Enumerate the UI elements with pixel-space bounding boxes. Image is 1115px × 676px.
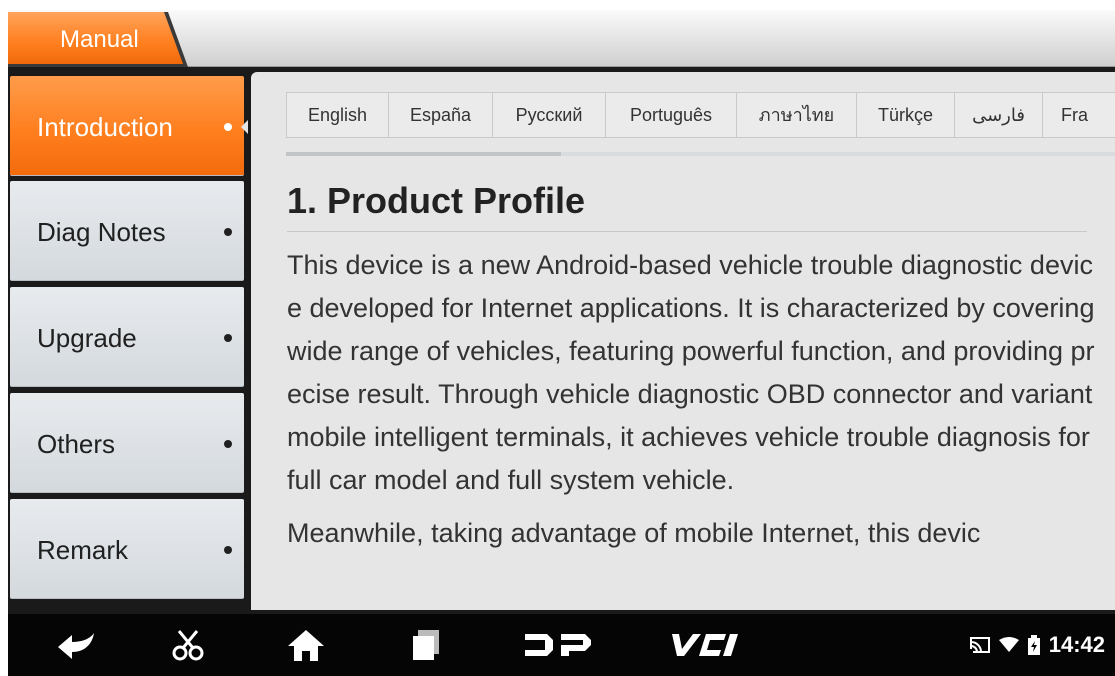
tab-scroll-thumb [286,152,561,156]
tab-scroll-indicator [286,152,1115,156]
sidebar-item-diag-notes[interactable]: Diag Notes [10,181,244,281]
vci-logo-icon[interactable] [660,614,750,676]
sidebar-item-label: Upgrade [37,323,137,353]
tab-thai[interactable]: ภาษาไทย [737,93,857,137]
bullet-icon [224,334,232,342]
sidebar: Introduction Diag Notes Upgrade Others R… [8,72,248,612]
title-tab: Manual [8,12,203,67]
app-window: Manual Introduction Diag Notes Upgrade O… [8,10,1115,676]
bullet-icon [224,123,232,131]
bullet-icon [224,228,232,236]
sidebar-item-remark[interactable]: Remark [10,499,244,599]
app-title: Manual [60,26,139,53]
dp-logo-icon[interactable] [518,614,598,676]
language-tabs: English España Русский Português ภาษาไทย… [286,92,1115,138]
sidebar-item-upgrade[interactable]: Upgrade [10,287,244,387]
page-title: 1. Product Profile [287,180,586,221]
cast-icon [968,637,990,653]
title-bar: Manual [8,10,1115,67]
recent-apps-icon[interactable] [396,614,456,676]
sidebar-item-label: Introduction [37,112,173,142]
status-clock: 14:42 [1048,632,1105,657]
paragraph: This device is a new Android-based vehic… [287,250,1095,495]
bullet-icon [224,546,232,554]
sidebar-item-others[interactable]: Others [10,393,244,493]
document-body: This device is a new Android-based vehic… [287,244,1097,565]
sidebar-item-label: Remark [37,535,129,565]
status-area: 14:42 [968,614,1105,676]
tab-english[interactable]: English [287,93,389,137]
tab-farsi[interactable]: فارسی [955,93,1043,137]
tab-turkish[interactable]: Türkçe [857,93,955,137]
content-panel[interactable]: English España Русский Português ภาษาไทย… [251,72,1115,610]
home-icon[interactable] [276,614,336,676]
battery-icon [1027,635,1040,655]
system-navbar: 14:42 [8,614,1115,676]
bullet-icon [224,440,232,448]
screenshot-scissors-icon[interactable] [158,614,218,676]
tab-french[interactable]: Fra [1043,93,1103,137]
sidebar-item-introduction[interactable]: Introduction [10,76,248,176]
divider [287,231,1087,232]
paragraph: Meanwhile, taking advantage of mobile In… [287,518,981,548]
wifi-icon [998,637,1019,652]
tab-espana[interactable]: España [389,93,493,137]
active-pointer-icon [241,120,248,134]
sidebar-item-label: Diag Notes [37,217,166,247]
back-icon[interactable] [46,614,106,676]
tab-russian[interactable]: Русский [493,93,606,137]
tab-portuguese[interactable]: Português [606,93,737,137]
sidebar-item-label: Others [37,429,116,459]
